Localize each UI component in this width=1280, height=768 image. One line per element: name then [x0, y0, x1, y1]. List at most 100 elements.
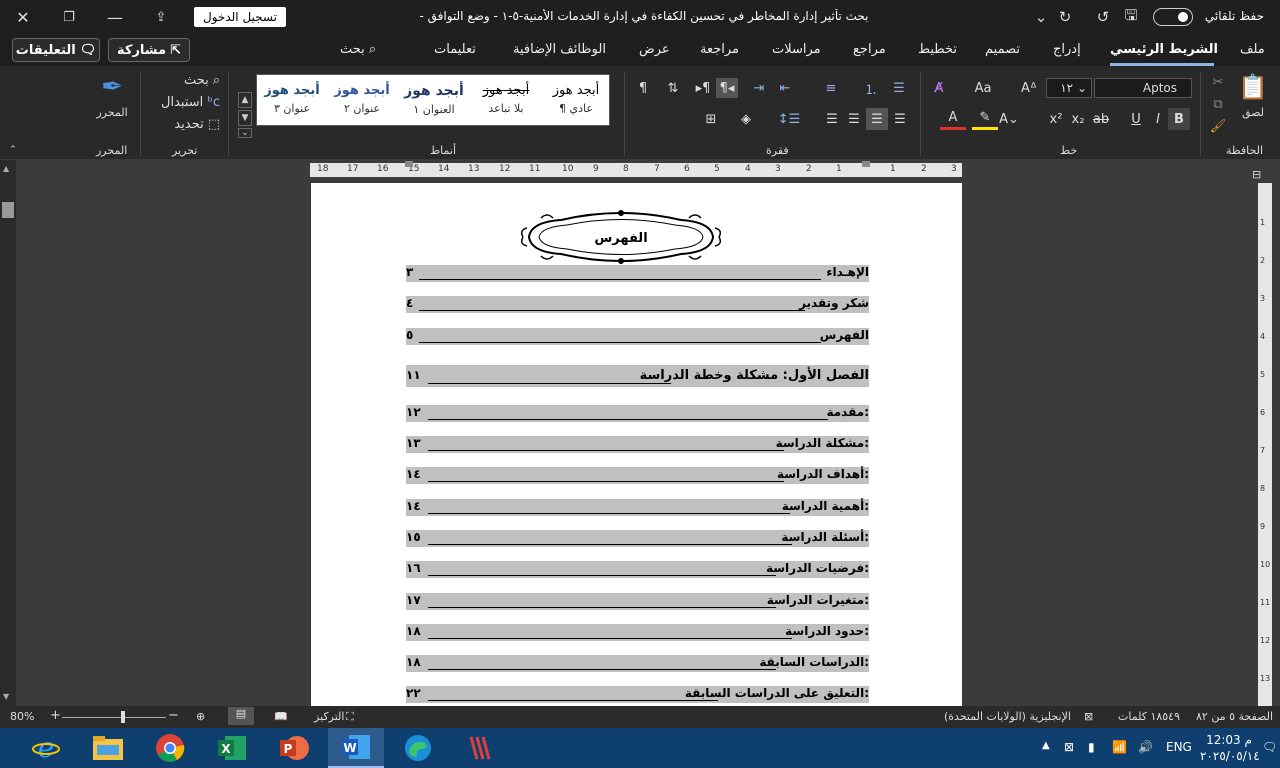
word-icon[interactable]: W: [328, 728, 384, 768]
tab-references[interactable]: مراجع: [853, 42, 886, 57]
autosave-toggle[interactable]: [1153, 8, 1193, 26]
zoom-slider[interactable]: [62, 717, 166, 718]
close-icon[interactable]: ✕: [0, 0, 46, 34]
notifications-icon[interactable]: 🗨: [1262, 740, 1277, 754]
tab-insert[interactable]: إدراج: [1053, 42, 1081, 57]
highlight-icon[interactable]: ✎: [972, 108, 998, 130]
file-explorer-icon[interactable]: [80, 728, 136, 768]
styles-more-icon[interactable]: ⌄: [238, 128, 252, 138]
focus-icon[interactable]: ⛶: [346, 710, 354, 724]
toc-row[interactable]: الفصل الأول: مشكلة وخطة الدراسة ١١: [406, 365, 869, 387]
ruler-toggle-icon[interactable]: ⊟: [1252, 168, 1261, 181]
tab-view[interactable]: عرض: [639, 42, 670, 57]
wifi-icon[interactable]: 📶: [1112, 740, 1127, 754]
styles-scroll-up-icon[interactable]: ▲: [238, 92, 252, 108]
find-button[interactable]: بحث ⌕: [150, 70, 220, 90]
change-case-icon[interactable]: Aa: [972, 78, 994, 98]
zoom-slider-thumb[interactable]: [121, 711, 125, 723]
powerpoint-icon[interactable]: P: [266, 728, 322, 768]
italic-icon[interactable]: I: [1148, 108, 1168, 130]
rtl-direction-icon[interactable]: ¶◂: [716, 78, 738, 98]
underline-icon[interactable]: U: [1126, 108, 1146, 130]
sort-icon[interactable]: ⇅: [662, 78, 684, 98]
toc-row[interactable]: أهداف الدراسة: ١٤: [406, 467, 869, 484]
keyboard-language[interactable]: ENG: [1166, 740, 1192, 754]
toc-row[interactable]: مقدمة: ١٢: [406, 405, 869, 422]
zoom-in-icon[interactable]: +: [50, 708, 61, 723]
accessibility-icon[interactable]: ⊠: [1084, 710, 1093, 723]
show-formatting-icon[interactable]: ¶: [632, 78, 654, 98]
tray-app-icon[interactable]: ⊠: [1064, 740, 1074, 754]
increase-indent-icon[interactable]: ⇥: [748, 78, 770, 98]
qat-customize-icon[interactable]: ⌄: [1028, 6, 1054, 28]
numbering-icon[interactable]: ⒈: [858, 78, 884, 98]
indent-marker[interactable]: [405, 161, 413, 167]
line-spacing-icon[interactable]: ↕☰: [776, 108, 802, 130]
font-name-input[interactable]: Aptos: [1094, 78, 1192, 98]
word-count[interactable]: ١٨٥٤٩ كلمات: [1118, 710, 1180, 723]
indent-marker[interactable]: [862, 161, 870, 167]
undo-icon[interactable]: ↺: [1090, 6, 1116, 28]
text-effects-icon[interactable]: A⌄: [996, 108, 1022, 130]
toc-row[interactable]: التعليق على الدراسات السابقة: ٢٢: [406, 686, 869, 703]
tab-mailings[interactable]: مراسلات: [772, 42, 821, 57]
scrollbar-thumb[interactable]: [2, 202, 14, 218]
chrome-icon[interactable]: [142, 728, 198, 768]
toc-row[interactable]: مشكلة الدراسة: ١٣: [406, 436, 869, 453]
paste-icon[interactable]: 📋: [1236, 70, 1270, 104]
toc-row[interactable]: متغيرات الدراسة: ١٧: [406, 593, 869, 610]
copy-icon[interactable]: ⧉: [1206, 94, 1230, 114]
bold-icon[interactable]: B: [1168, 108, 1190, 130]
ribbon-display-icon[interactable]: ⇪: [138, 0, 184, 34]
edge-icon[interactable]: [390, 728, 446, 768]
minimize-icon[interactable]: —: [92, 0, 138, 34]
tab-layout[interactable]: تخطيط: [918, 42, 957, 57]
focus-label[interactable]: التركيز: [314, 710, 344, 723]
justify-icon[interactable]: ☰: [822, 108, 842, 130]
clear-formatting-icon[interactable]: A̸: [928, 78, 950, 98]
style-heading-2[interactable]: أبجد هوز عنوان ٢: [329, 76, 395, 124]
styles-scroll-down-icon[interactable]: ▼: [238, 110, 252, 126]
bullets-icon[interactable]: ☰: [888, 78, 910, 98]
read-mode-icon[interactable]: 📖: [274, 710, 288, 723]
select-button[interactable]: تحديد ⬚: [150, 114, 220, 134]
taskbar-clock[interactable]: 12:03 م ٢٠٢٥/٠٥/١٤: [1200, 732, 1260, 764]
strikethrough-icon[interactable]: ab: [1090, 108, 1112, 130]
font-size-input[interactable]: ١٢ ⌄: [1046, 78, 1092, 98]
vertical-scrollbar[interactable]: ▲ ▼: [0, 160, 16, 706]
tab-home[interactable]: الشريط الرئيسي: [1110, 42, 1218, 57]
shading-icon[interactable]: ◈: [734, 108, 758, 130]
paste-label[interactable]: لصق: [1236, 104, 1270, 120]
style-heading-3[interactable]: أبجد هوز عنوان ٣: [259, 76, 325, 124]
language-label[interactable]: الإنجليزية (الولايات المتحدة): [944, 710, 1071, 723]
ltr-direction-icon[interactable]: ▸¶: [692, 78, 714, 98]
align-center-icon[interactable]: ☰: [866, 108, 888, 130]
toc-row[interactable]: حدود الدراسة: ١٨: [406, 624, 869, 641]
cut-icon[interactable]: ✂: [1206, 72, 1230, 92]
volume-icon[interactable]: 🔊: [1138, 740, 1153, 754]
sign-in-button[interactable]: تسجيل الدخول: [194, 7, 286, 27]
print-layout-icon[interactable]: ▤: [228, 707, 254, 725]
tray-expand-icon[interactable]: ▲: [1042, 740, 1050, 751]
battery-icon[interactable]: ▮: [1088, 740, 1095, 754]
scroll-down-icon[interactable]: ▼: [3, 692, 9, 701]
ie-icon[interactable]: e: [18, 728, 74, 768]
collapse-ribbon-icon[interactable]: ⌃: [6, 144, 20, 156]
style-normal[interactable]: أبجد هوز ¶ عادي: [543, 76, 609, 124]
decrease-indent-icon[interactable]: ⇤: [774, 78, 796, 98]
toc-row[interactable]: فرضيات الدراسة: ١٦: [406, 561, 869, 578]
toc-row[interactable]: شكر وتقدير ٤: [406, 296, 869, 313]
share-button[interactable]: مشاركة ⇱: [108, 38, 190, 62]
comments-button[interactable]: التعليقات 🗨: [12, 38, 100, 62]
zoom-level[interactable]: 80%: [10, 710, 34, 723]
save-icon[interactable]: 🖫: [1118, 6, 1144, 28]
redo-icon[interactable]: ↻: [1052, 6, 1078, 28]
align-left-icon[interactable]: ☰: [844, 108, 864, 130]
zoom-out-icon[interactable]: −: [168, 708, 179, 723]
format-painter-icon[interactable]: 🖌: [1206, 116, 1230, 136]
app-icon[interactable]: [452, 728, 508, 768]
editor-button-label[interactable]: المحرر: [84, 104, 140, 120]
tab-design[interactable]: تصميم: [985, 42, 1020, 57]
font-color-icon[interactable]: A: [940, 108, 966, 130]
borders-icon[interactable]: ⊞: [698, 108, 724, 130]
